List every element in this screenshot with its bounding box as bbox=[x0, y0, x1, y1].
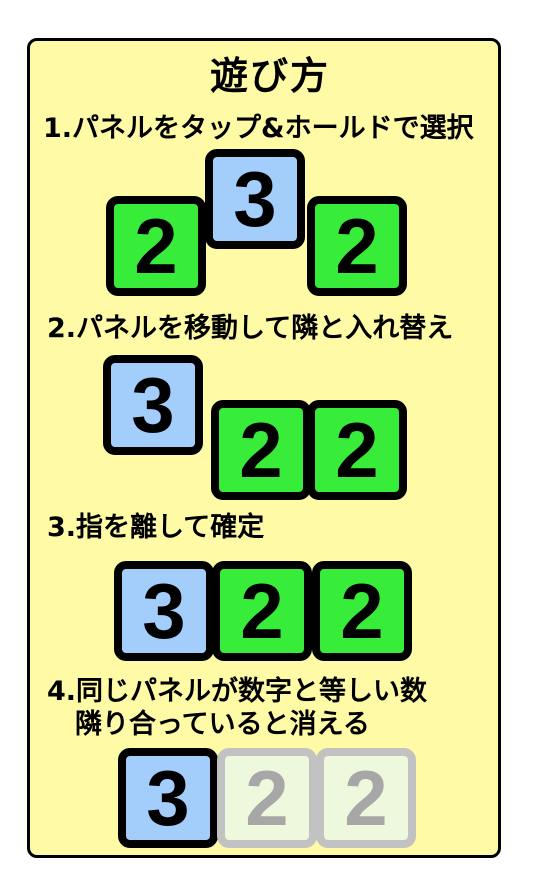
step-4-text-line1: 4.同じパネルが数字と等しい数 bbox=[47, 676, 428, 707]
step-3-tile-middle: 2 bbox=[212, 561, 312, 661]
step-2-tile-middle: 2 bbox=[211, 400, 311, 500]
step-2-tile-moving: 3 bbox=[103, 355, 203, 455]
step-1-tile-selected: 3 bbox=[205, 149, 305, 249]
step-4-text-line2: 隣り合っていると消える bbox=[75, 709, 370, 740]
step-4-tile-left: 3 bbox=[118, 748, 218, 848]
step-2-tile-right: 2 bbox=[307, 400, 407, 500]
step-1-tile-right: 2 bbox=[307, 196, 407, 296]
step-3-tile-right: 2 bbox=[312, 561, 412, 661]
step-1-text: 1.パネルをタップ&ホールドで選択 bbox=[43, 113, 474, 144]
page-title: 遊び方 bbox=[209, 54, 330, 98]
step-1-tile-left: 2 bbox=[106, 196, 206, 296]
step-4-tile-cleared-middle: 2 bbox=[217, 748, 317, 848]
step-2-text: 2.パネルを移動して隣と入れ替え bbox=[47, 313, 454, 344]
step-3-text: 3.指を離して確定 bbox=[47, 512, 265, 543]
step-3-tile-left: 3 bbox=[114, 561, 214, 661]
step-4-tile-cleared-right: 2 bbox=[316, 748, 416, 848]
